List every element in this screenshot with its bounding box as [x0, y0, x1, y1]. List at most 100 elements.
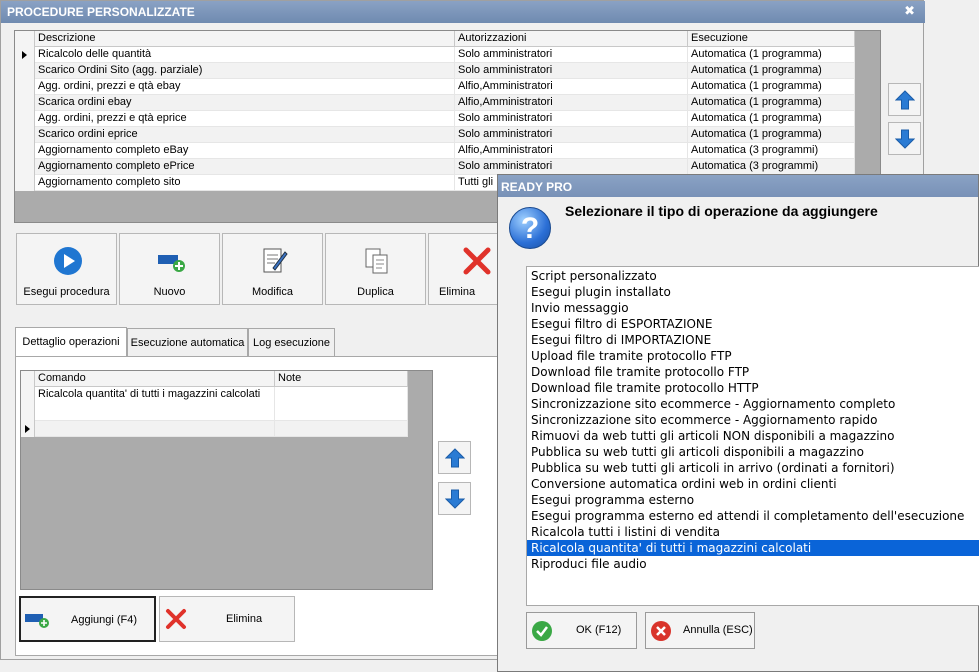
new-label: Nuovo: [153, 286, 186, 298]
row-indicator: [21, 387, 35, 421]
operation-type-dialog: READY PRO ? Selezionare il tipo di opera…: [497, 174, 979, 672]
question-glyph: ?: [520, 212, 540, 245]
row-indicator: [15, 127, 35, 143]
procedures-rows: Ricalcolo delle quantità Solo amministrat…: [15, 47, 855, 191]
new-button[interactable]: Nuovo: [119, 233, 220, 305]
delete-operation-button[interactable]: Elimina: [159, 596, 295, 642]
add-new-icon: [158, 255, 185, 272]
window-title: PROCEDURE PERSONALIZZATE: [7, 5, 195, 19]
row-indicator-header: [21, 371, 35, 387]
procedure-execution: Automatica (1 programma): [688, 47, 855, 63]
duplicate-icon: [365, 248, 388, 274]
column-header-descrizione[interactable]: Descrizione: [35, 31, 455, 47]
edit-label: Modifica: [252, 286, 293, 298]
procedure-authorization: Alfio,Amministratori: [455, 79, 688, 95]
cancel-button[interactable]: Annulla (ESC): [645, 612, 755, 649]
list-item[interactable]: Riproduci file audio: [527, 556, 979, 572]
operations-grid-header: Comando Note: [21, 371, 408, 387]
list-item[interactable]: Esegui plugin installato: [527, 284, 979, 300]
move-down-button[interactable]: [888, 122, 921, 155]
procedure-execution: Automatica (1 programma): [688, 127, 855, 143]
list-item[interactable]: Download file tramite protocollo HTTP: [527, 380, 979, 396]
arrow-up-icon: [895, 90, 915, 110]
list-item[interactable]: Script personalizzato: [527, 268, 979, 284]
column-header-esecuzione[interactable]: Esecuzione: [688, 31, 855, 47]
table-row[interactable]: Ricalcolo delle quantità Solo amministrat…: [15, 47, 855, 63]
table-row[interactable]: Aggiornamento completo eBay Alfio,Amminis…: [15, 143, 855, 159]
operations-new-row[interactable]: [21, 421, 408, 437]
op-move-up-button[interactable]: [438, 441, 471, 474]
list-item[interactable]: Sincronizzazione sito ecommerce - Aggior…: [527, 412, 979, 428]
op-move-down-button[interactable]: [438, 482, 471, 515]
row-indicator-new: [21, 421, 35, 437]
list-item[interactable]: Ricalcola tutti i listini di vendita: [527, 524, 979, 540]
table-row[interactable]: Agg. ordini, prezzi e qtà eprice Solo amm…: [15, 111, 855, 127]
table-row[interactable]: Scarico Ordini Sito (agg. parziale) Solo …: [15, 63, 855, 79]
delete-operation-label: Elimina: [226, 613, 263, 625]
procedure-description: Scarico Ordini Sito (agg. parziale): [35, 63, 455, 79]
operations-row[interactable]: Ricalcola quantita' di tutti i magazzini…: [21, 387, 408, 421]
list-item[interactable]: Esegui programma esterno ed attendi il c…: [527, 508, 979, 524]
tab-dettaglio-operazioni[interactable]: Dettaglio operazioni: [15, 327, 127, 357]
procedure-execution: Automatica (1 programma): [688, 79, 855, 95]
row-indicator: [15, 159, 35, 175]
procedures-grid-header: Descrizione Autorizzazioni Esecuzione: [15, 31, 855, 47]
arrow-up-icon: [445, 448, 465, 468]
move-up-button[interactable]: [888, 83, 921, 116]
operations-grid[interactable]: Comando Note Ricalcola quantita' di tutt…: [20, 370, 433, 590]
list-item[interactable]: Esegui filtro di ESPORTAZIONE: [527, 316, 979, 332]
arrow-down-icon: [895, 129, 915, 149]
row-indicator: [15, 95, 35, 111]
procedure-authorization: Solo amministratori: [455, 63, 688, 79]
list-item[interactable]: Sincronizzazione sito ecommerce - Aggior…: [527, 396, 979, 412]
dialog-titlebar[interactable]: READY PRO: [498, 175, 978, 197]
table-row[interactable]: Scarica ordini ebay Alfio,Amministratori A…: [15, 95, 855, 111]
list-item[interactable]: Invio messaggio: [527, 300, 979, 316]
row-indicator: [15, 79, 35, 95]
main-titlebar[interactable]: PROCEDURE PERSONALIZZATE ✖: [1, 1, 925, 23]
procedure-description: Ricalcolo delle quantità: [35, 47, 455, 63]
ok-button[interactable]: OK (F12): [526, 612, 637, 649]
procedure-authorization: Solo amministratori: [455, 127, 688, 143]
close-icon[interactable]: ✖: [904, 3, 915, 19]
procedure-authorization: Alfio,Amministratori: [455, 143, 688, 159]
table-row[interactable]: Scarico ordini eprice Solo amministratori…: [15, 127, 855, 143]
list-item[interactable]: Ricalcola quantita' di tutti i magazzini…: [527, 540, 979, 556]
tab-esecuzione-automatica[interactable]: Esecuzione automatica: [127, 328, 248, 356]
table-row[interactable]: Aggiornamento completo ePrice Solo ammini…: [15, 159, 855, 175]
new-row-command: [35, 421, 275, 437]
column-header-autorizzazioni[interactable]: Autorizzazioni: [455, 31, 688, 47]
table-row[interactable]: Agg. ordini, prezzi e qtà ebay Alfio,Ammi…: [15, 79, 855, 95]
list-item[interactable]: Esegui filtro di IMPORTAZIONE: [527, 332, 979, 348]
row-indicator: [15, 175, 35, 191]
duplicate-button[interactable]: Duplica: [325, 233, 426, 305]
run-procedure-button[interactable]: Esegui procedura: [16, 233, 117, 305]
edit-button[interactable]: Modifica: [222, 233, 323, 305]
list-item[interactable]: Pubblica su web tutti gli articoli dispo…: [527, 444, 979, 460]
list-item[interactable]: Upload file tramite protocollo FTP: [527, 348, 979, 364]
duplicate-label: Duplica: [357, 286, 394, 298]
delete-button[interactable]: Elimina: [428, 233, 500, 305]
procedure-execution: Automatica (1 programma): [688, 95, 855, 111]
procedure-authorization: Solo amministratori: [455, 159, 688, 175]
list-item[interactable]: Conversione automatica ordini web in ord…: [527, 476, 979, 492]
delete-x-icon: [166, 609, 186, 629]
tab-log-esecuzione[interactable]: Log esecuzione: [248, 328, 335, 356]
column-header-comando[interactable]: Comando: [35, 371, 275, 387]
list-item[interactable]: Pubblica su web tutti gli articoli in ar…: [527, 460, 979, 476]
procedure-description: Agg. ordini, prezzi e qtà eprice: [35, 111, 455, 127]
procedure-execution: Automatica (1 programma): [688, 63, 855, 79]
procedure-execution: Automatica (1 programma): [688, 111, 855, 127]
operation-command: Ricalcola quantita' di tutti i magazzini…: [35, 387, 275, 421]
add-new-icon: [25, 614, 49, 628]
procedure-description: Aggiornamento completo sito: [35, 175, 455, 191]
list-item[interactable]: Esegui programma esterno: [527, 492, 979, 508]
check-icon: [532, 621, 552, 641]
column-header-note[interactable]: Note: [275, 371, 408, 387]
list-item[interactable]: Rimuovi da web tutti gli articoli NON di…: [527, 428, 979, 444]
add-operation-button[interactable]: Aggiungi (F4): [19, 596, 156, 642]
list-item[interactable]: Download file tramite protocollo FTP: [527, 364, 979, 380]
operation-type-list[interactable]: Script personalizzato Esegui plugin insta…: [526, 266, 979, 606]
procedure-authorization: Solo amministratori: [455, 47, 688, 63]
cancel-label: Annulla (ESC): [683, 624, 753, 636]
